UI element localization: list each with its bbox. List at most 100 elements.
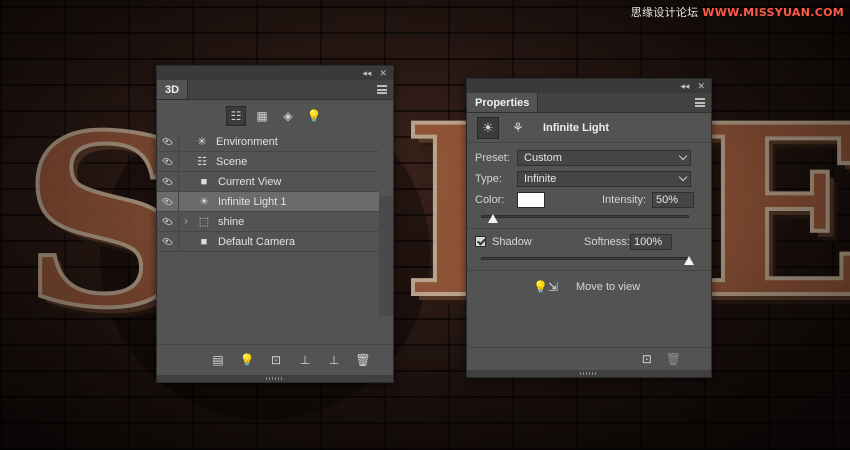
collapse-icon[interactable]: ◂◂ [362,68,371,79]
shadow-row: Shadow Softness: 100% [467,231,711,252]
visibility-toggle[interactable] [157,171,179,192]
type-select[interactable]: Infinite [517,170,691,187]
layer-label: shine [218,215,245,228]
resize-grip[interactable] [157,375,393,382]
visibility-toggle[interactable] [157,151,179,172]
close-icon[interactable]: ✕ [379,68,387,79]
render-button[interactable]: ▤ [210,352,226,368]
tab-3d[interactable]: 3D [157,80,189,99]
move-to-view-label[interactable]: Move to view [576,281,640,293]
watermark-prefix: 思缘设计论坛 [630,6,703,19]
softness-input[interactable]: 100% [630,233,672,250]
trash-icon: 🗑 [355,352,371,367]
softness-value: 100% [634,235,663,248]
shadow-label: Shadow [492,235,532,248]
chevron-down-icon [678,151,688,161]
whole-scene-filter[interactable]: ☷ [226,106,246,126]
material-icon: ◈ [283,109,293,123]
intensity-input[interactable]: 50% [652,191,694,208]
watermark: 思缘设计论坛 WWW.MISSYUAN.COM [631,4,844,20]
chevron-down-icon [678,172,688,182]
layer-row[interactable]: ✳ Environment [157,131,379,152]
trash-icon[interactable]: 🗑 [666,352,681,366]
light-bulb-icon: 💡 [306,109,322,123]
properties-bottom-toolbar: ⊡ 🗑 [467,347,711,369]
color-intensity-row: Color: Intensity: 50% [467,189,711,210]
eye-icon [162,176,173,187]
preset-select[interactable]: Custom [517,149,691,166]
slider-thumb[interactable] [488,214,499,223]
layer-label: Infinite Light 1 [218,195,287,208]
layer-row[interactable]: ☷ Scene [157,151,379,172]
constraint-icon[interactable]: ⊡ [642,352,652,366]
slider-track [481,257,689,260]
materials-filter[interactable]: ◈ [278,106,298,126]
type-value: Infinite [524,172,557,185]
split-button[interactable]: ⊥ [326,352,342,368]
intensity-slider[interactable] [481,210,689,226]
panel-3d: ◂◂ ✕ 3D ☷ ▦ ◈ 💡 ✳ Environment ☷ Scene ■ Current … [156,65,394,383]
camera-icon: ■ [200,235,208,248]
panel-3d-titlebar: ◂◂ ✕ [157,66,393,80]
filter-toolbar: ☷ ▦ ◈ 💡 [157,100,393,132]
layer-label: Environment [216,135,278,148]
layer-row[interactable]: ■ Current View [157,171,379,192]
intensity-label: Intensity: [602,193,647,206]
properties-tabbar: Properties [467,93,711,113]
visibility-toggle[interactable] [157,131,179,152]
shadow-checkbox[interactable] [475,236,486,247]
resize-grip[interactable] [467,370,711,377]
color-label: Color: [475,193,505,206]
visibility-toggle[interactable] [157,191,179,212]
type-row: Type: Infinite [467,168,711,189]
scene-icon: ☷ [197,156,207,168]
properties-title: Infinite Light [543,121,609,134]
vignette [0,0,850,450]
constraint-icon: ⊡ [270,352,282,367]
tab-properties[interactable]: Properties [467,93,539,112]
preset-value: Custom [524,151,562,164]
softness-slider[interactable] [481,252,694,268]
move-to-view-icon[interactable]: 💡⇲ [533,280,558,294]
preset-row: Preset: Custom [467,147,711,168]
eye-icon [162,196,173,207]
panel-menu-icon[interactable] [695,98,705,107]
light-settings-icon[interactable]: ☀ [477,116,499,139]
scrollbar[interactable] [379,196,393,316]
properties-titlebar: ◂◂ ✕ [467,79,711,93]
drop-to-ground-icon: ⊥ [299,352,311,367]
drop-to-ground-button[interactable]: ⊥ [297,352,313,368]
expand-arrow-icon[interactable]: › [179,216,193,227]
collapse-icon[interactable]: ◂◂ [680,81,689,92]
visibility-toggle[interactable] [157,231,179,252]
layer-label: Current View [218,175,282,188]
eye-icon [162,156,173,167]
canvas-background: S I E 思缘设计论坛 WWW.MISSYUAN.COM [0,0,850,450]
layer-row[interactable]: ■ Default Camera [157,231,379,252]
slider-thumb[interactable] [684,256,694,265]
coordinates-icon[interactable]: ⚘ [507,117,529,139]
layer-row[interactable]: › ⬚ shine [157,211,379,232]
infinite-light-icon: ☀ [199,196,209,208]
add-light-button[interactable]: 💡 [239,352,255,368]
watermark-brand: WWW.MISSYUAN.COM [702,6,844,19]
move-to-view-row[interactable]: 💡⇲ Move to view [467,273,711,301]
layer-label: Scene [216,155,248,168]
add-constraint-button[interactable]: ⊡ [268,352,284,368]
meshes-filter[interactable]: ▦ [252,106,272,126]
panel-menu-icon[interactable] [377,85,387,94]
color-swatch[interactable] [517,191,545,208]
panel-3d-bottom-toolbar: ▤ 💡 ⊡ ⊥ ⊥ 🗑 [157,344,393,374]
preset-label: Preset: [475,151,510,164]
scene-tree-icon: ☷ [230,109,242,123]
add-light-icon: 💡 [239,352,255,367]
close-icon[interactable]: ✕ [697,81,705,92]
layer-row[interactable]: ☀ Infinite Light 1 [157,191,379,212]
lights-filter[interactable]: 💡 [304,106,324,126]
delete-button[interactable]: 🗑 [355,352,371,368]
environment-icon: ✳ [197,136,207,148]
visibility-toggle[interactable] [157,211,179,232]
eye-icon [162,136,173,147]
divider [467,270,711,271]
type-label: Type: [475,172,502,185]
